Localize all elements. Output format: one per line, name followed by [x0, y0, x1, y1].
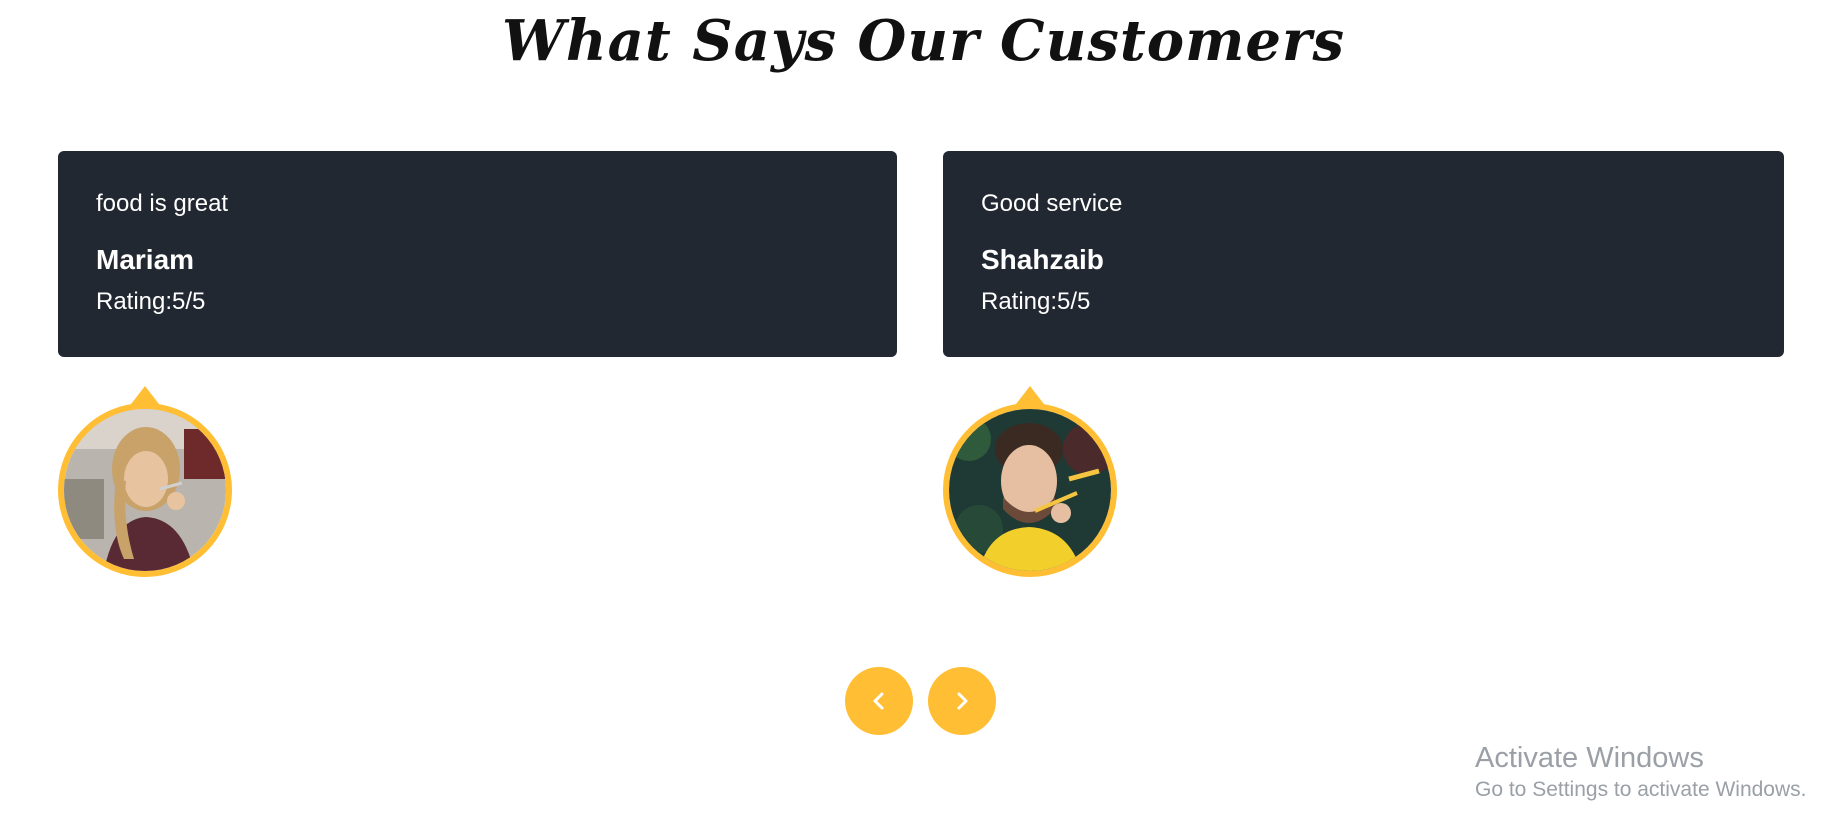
testimonial-review: food is great — [96, 190, 229, 217]
testimonial-card: food is great Mariam Rating:5/5 — [58, 151, 897, 357]
activation-watermark: Activate Windows Go to Settings to activ… — [1475, 740, 1807, 804]
customer-photo-woman — [64, 409, 226, 571]
testimonial-avatar-wrapper — [943, 386, 1117, 578]
watermark-title: Activate Windows — [1475, 742, 1704, 774]
testimonial-avatar-wrapper — [58, 386, 232, 578]
testimonial-rating: Rating:5/5 — [96, 288, 206, 315]
testimonial-name: Mariam — [96, 244, 195, 275]
carousel-prev-button[interactable] — [845, 667, 913, 735]
testimonial-card: Good service Shahzaib Rating:5/5 — [943, 151, 1784, 357]
avatar — [943, 403, 1117, 577]
customer-photo-man — [949, 409, 1111, 571]
avatar — [58, 403, 232, 577]
carousel-next-button[interactable] — [928, 667, 996, 735]
testimonial-rating: Rating:5/5 — [981, 288, 1091, 315]
chevron-right-icon — [957, 692, 968, 710]
testimonial-name: Shahzaib — [981, 244, 1104, 275]
testimonial-review: Good service — [981, 190, 1123, 217]
chevron-left-icon — [873, 692, 884, 710]
section-title: What Says Our Customers — [502, 8, 1345, 74]
watermark-subtitle: Go to Settings to activate Windows. — [1475, 778, 1807, 801]
